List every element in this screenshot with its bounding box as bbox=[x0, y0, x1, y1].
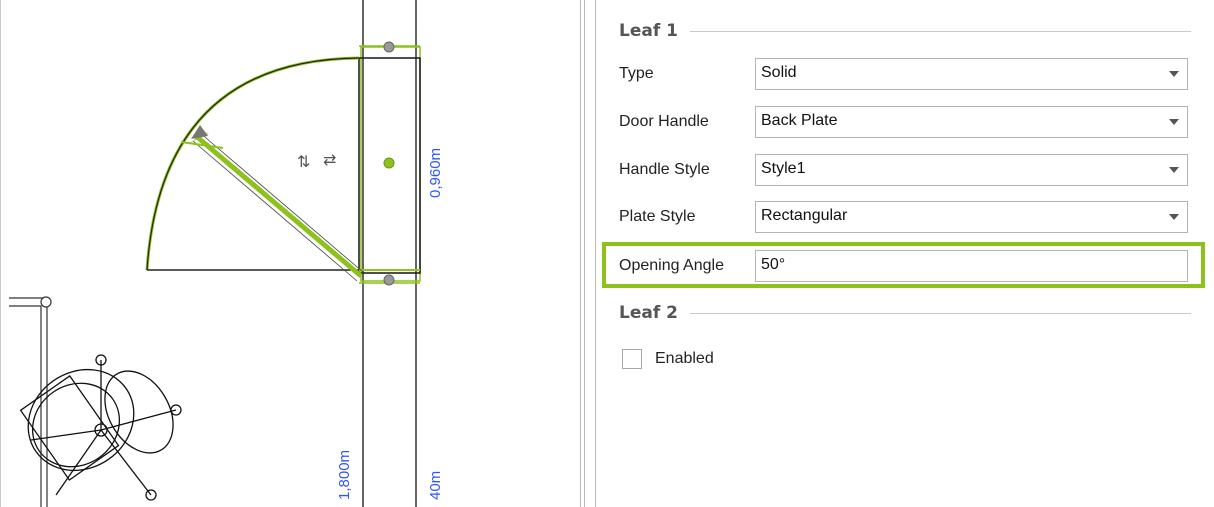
leaf2-section-header: Leaf 2 bbox=[619, 301, 1191, 325]
wall-length-dimension: 1,800m bbox=[336, 449, 353, 500]
grip-bottom bbox=[383, 274, 395, 286]
grip-center bbox=[383, 157, 395, 169]
door-handle-dropdown[interactable]: Back Plate bbox=[755, 106, 1188, 138]
drawing-canvas[interactable]: ⇅ ⇄ 0,960m 1,800m 40m bbox=[0, 0, 578, 507]
chevron-down-icon bbox=[1169, 119, 1179, 125]
partial-dimension: 40m bbox=[427, 470, 444, 500]
panel-splitter[interactable] bbox=[578, 0, 596, 507]
properties-panel: Leaf 1 Type Solid Door Handle Back Plate… bbox=[596, 0, 1214, 507]
office-chair-symbol bbox=[19, 354, 182, 501]
grip-top bbox=[383, 41, 395, 53]
chevron-down-icon bbox=[1169, 167, 1179, 173]
handle-style-dropdown[interactable]: Style1 bbox=[755, 154, 1188, 186]
leaf2-title: Leaf 2 bbox=[619, 303, 678, 323]
door-handle-row: Door Handle Back Plate bbox=[619, 106, 1189, 138]
handle-style-value: Style1 bbox=[761, 160, 806, 177]
chevron-down-icon bbox=[1169, 71, 1179, 77]
plate-style-value: Rectangular bbox=[761, 207, 848, 224]
floor-plan-drawing[interactable] bbox=[1, 0, 579, 507]
leaf1-section-header: Leaf 1 bbox=[619, 19, 1191, 43]
door-handle-label: Door Handle bbox=[619, 113, 709, 130]
leaf1-title: Leaf 1 bbox=[619, 21, 678, 41]
handle-style-row: Handle Style Style1 bbox=[619, 154, 1189, 186]
type-dropdown[interactable]: Solid bbox=[755, 58, 1188, 90]
plate-style-label: Plate Style bbox=[619, 208, 696, 225]
enabled-checkbox[interactable] bbox=[622, 349, 642, 369]
enabled-row[interactable]: Enabled bbox=[622, 346, 714, 372]
swap-arrows-icon[interactable]: ⇄ bbox=[323, 150, 336, 169]
flip-arrows-icon[interactable]: ⇅ bbox=[297, 152, 310, 171]
door-width-dimension: 0,960m bbox=[427, 147, 444, 198]
type-label: Type bbox=[619, 65, 654, 82]
plate-style-row: Plate Style Rectangular bbox=[619, 201, 1189, 233]
opening-angle-highlight bbox=[602, 242, 1205, 288]
type-row: Type Solid bbox=[619, 58, 1189, 90]
handle-style-label: Handle Style bbox=[619, 161, 710, 178]
door-handle-value: Back Plate bbox=[761, 112, 838, 129]
chevron-down-icon bbox=[1169, 214, 1179, 220]
type-value: Solid bbox=[761, 64, 797, 81]
plate-style-dropdown[interactable]: Rectangular bbox=[755, 201, 1188, 233]
enabled-label: Enabled bbox=[655, 350, 714, 367]
